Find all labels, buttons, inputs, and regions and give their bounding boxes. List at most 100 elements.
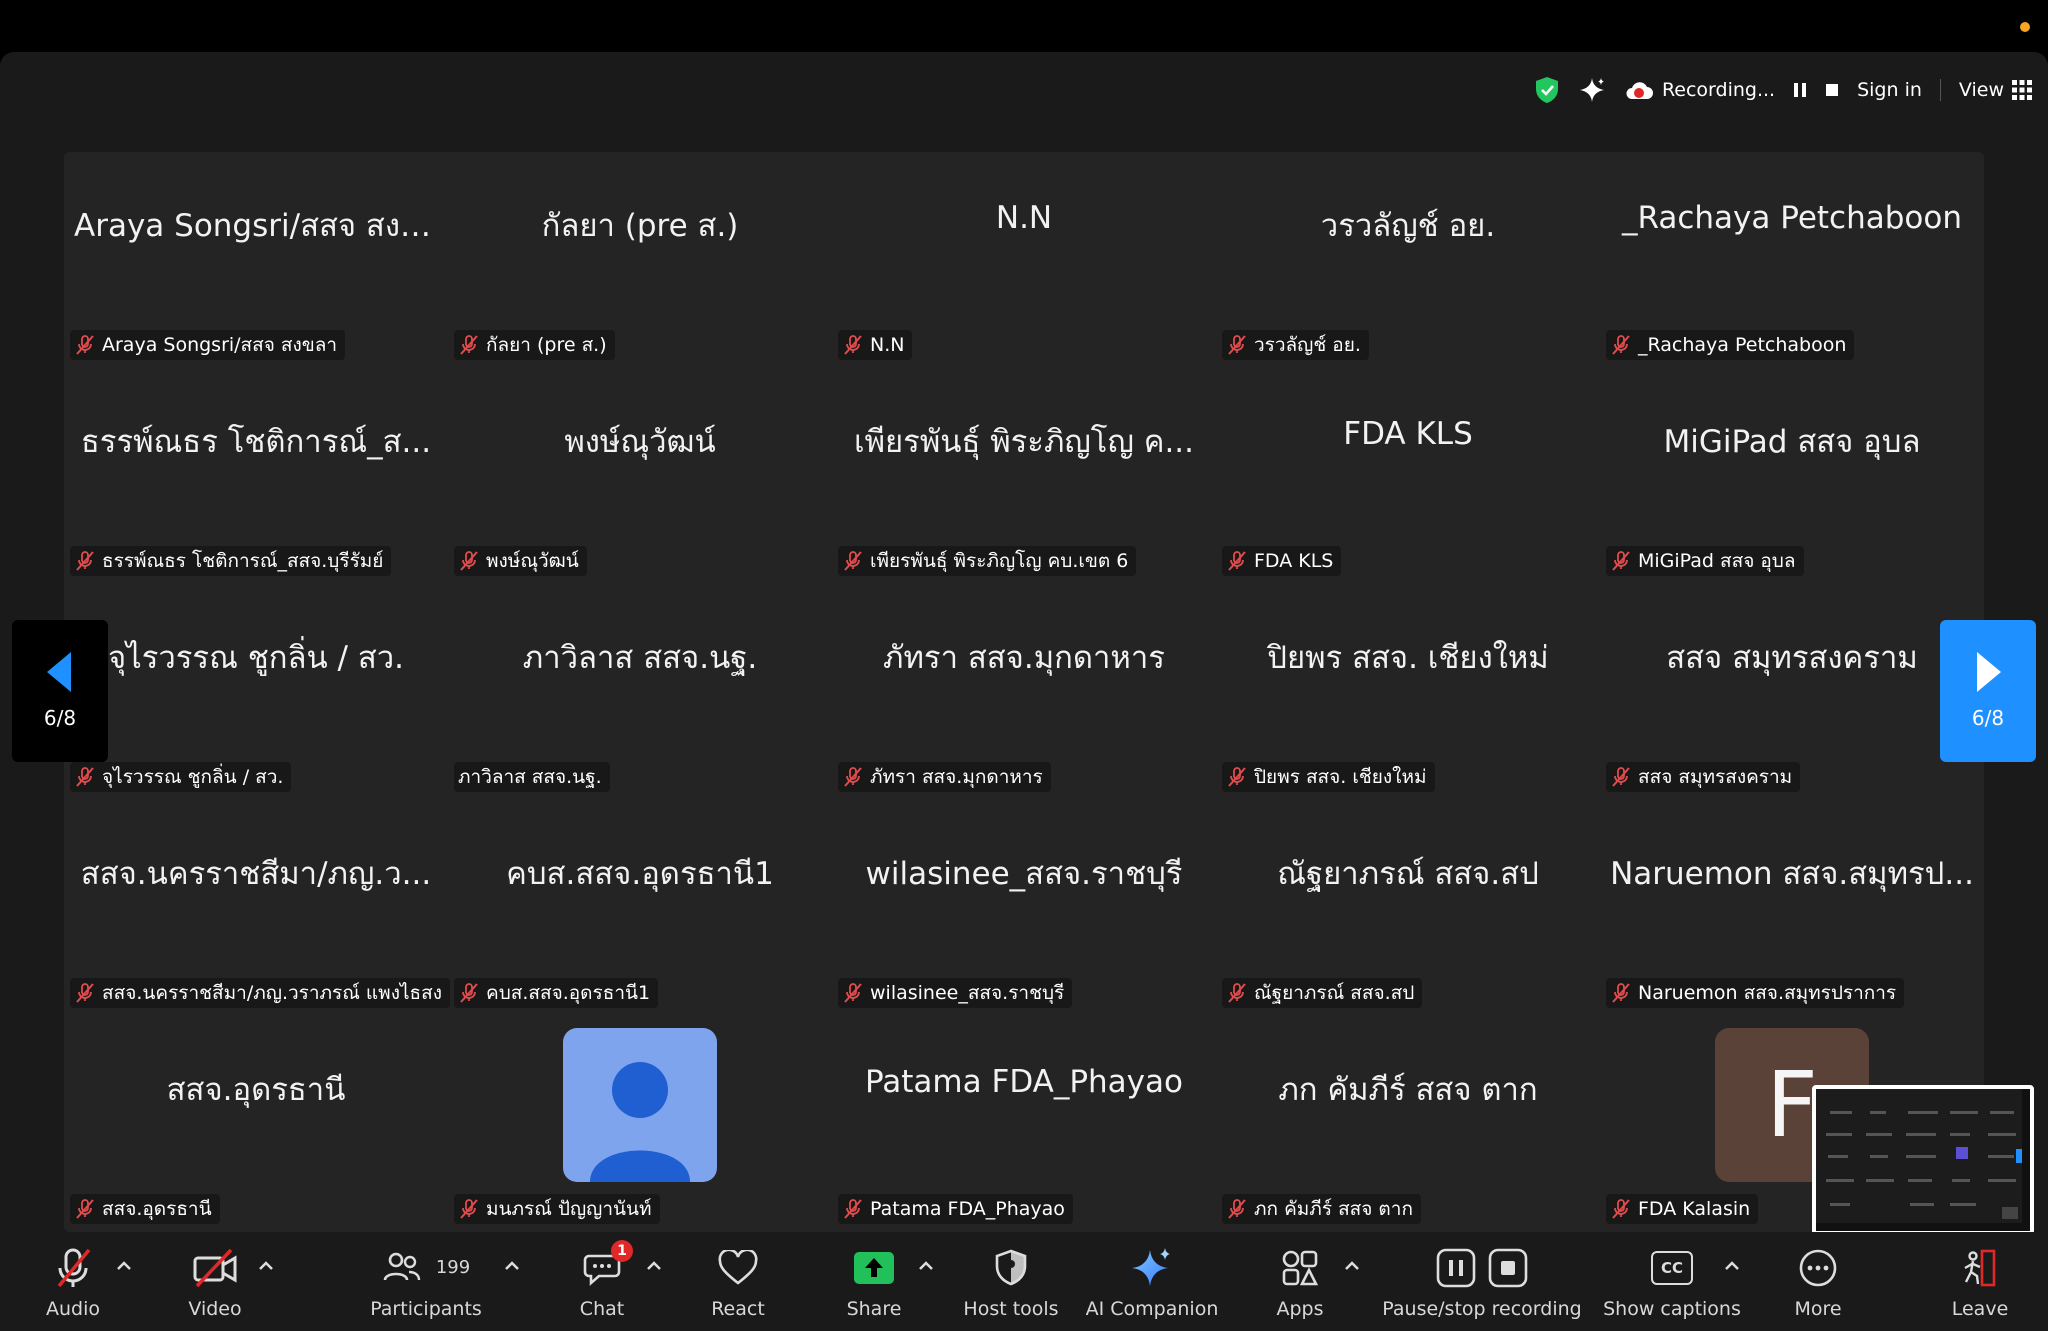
participant-name: มนภรณ์ ปัญญานันท์ xyxy=(486,1198,652,1220)
participant-tile[interactable]: FDA KLS FDA KLS xyxy=(1216,368,1600,584)
participant-name-label: MiGiPad สสจ อุบล xyxy=(1606,546,1804,576)
ai-sparkle-icon[interactable] xyxy=(1578,76,1606,104)
stop-icon xyxy=(1826,84,1839,96)
page-indicator-right: 6/8 xyxy=(1971,706,2005,730)
video-label: Video xyxy=(188,1297,242,1320)
participant-tile[interactable]: มนภรณ์ ปัญญานันท์ xyxy=(448,1016,832,1232)
muted-mic-icon xyxy=(1612,1199,1630,1219)
cc-badge: CC xyxy=(1651,1250,1693,1285)
participant-tile[interactable]: คบส.สสจ.อุดรธานี1 คบส.สสจ.อุดรธานี1 xyxy=(448,800,832,1016)
participant-name-label: Patama FDA_Phayao xyxy=(838,1194,1073,1224)
leave-button[interactable]: Leave xyxy=(1940,1232,2020,1331)
status-divider xyxy=(1939,79,1941,101)
participant-name: ธรรพ์ณธร โชติการณ์_สสจ.บุรีรัมย์ xyxy=(102,550,384,572)
participant-tile[interactable]: พงษ์ณุวัฒน์ พงษ์ณุวัฒน์ xyxy=(448,368,832,584)
view-button[interactable]: View xyxy=(1959,79,2032,101)
participant-display-name: วรวลัญช์ อย. xyxy=(1320,208,1496,244)
participant-tile[interactable]: ปิยพร สสจ. เชียงใหม่ ปิยพร สสจ. เชียงใหม่ xyxy=(1216,584,1600,800)
participant-tile[interactable]: จุไรวรรณ ชูกลิ่น / สว. จุไรวรรณ ชูกลิ่น /… xyxy=(64,584,448,800)
participant-display-name: ภก คัมภีร์ สสจ ตาก xyxy=(1278,1072,1538,1108)
muted-mic-icon xyxy=(51,1244,95,1292)
participant-name: วรวลัญช์ อย. xyxy=(1254,334,1361,356)
muted-mic-icon xyxy=(1228,767,1246,787)
participants-button[interactable]: 199 Participants xyxy=(366,1232,486,1331)
participants-options-caret-icon[interactable] xyxy=(500,1254,524,1278)
muted-mic-icon xyxy=(76,1199,94,1219)
stop-recording-icon xyxy=(1488,1248,1528,1287)
video-options-caret-icon[interactable] xyxy=(254,1254,278,1278)
host-tools-button[interactable]: Host tools xyxy=(956,1232,1066,1331)
participant-name-label: ปิยพร สสจ. เชียงใหม่ xyxy=(1222,762,1435,792)
participant-tile[interactable]: วรวลัญช์ อย. วรวลัญช์ อย. xyxy=(1216,152,1600,368)
participant-tile[interactable]: สสจ.นครราชสีมา/ภญ.ว... สสจ.นครราชสีมา/ภญ.… xyxy=(64,800,450,1016)
share-button[interactable]: Share xyxy=(836,1232,912,1331)
more-button[interactable]: More xyxy=(1778,1232,1858,1331)
pause-recording-button[interactable] xyxy=(1793,82,1807,98)
participant-tile[interactable]: MiGiPad สสจ อุบล MiGiPad สสจ อุบล xyxy=(1600,368,1984,584)
participant-name: Naruemon สสจ.สมุทรปราการ xyxy=(1638,982,1897,1004)
participant-name-label: คบส.สสจ.อุดรธานี1 xyxy=(454,978,659,1008)
participant-tile[interactable]: ธรรพ์ณธร โชติการณ์_ส... ธรรพ์ณธร โชติการณ… xyxy=(64,368,448,584)
closed-captions-icon: CC xyxy=(1651,1244,1693,1292)
participant-display-name: _Rachaya Petchaboon xyxy=(1621,200,1962,236)
participant-tile[interactable]: _Rachaya Petchaboon _Rachaya Petchaboon xyxy=(1600,152,1984,368)
participant-tile[interactable]: ภาวิลาส สสจ.นฐ. ภาวิลาส สสจ.นฐ. xyxy=(448,584,832,800)
muted-mic-icon xyxy=(1228,983,1246,1003)
next-page-button[interactable]: 6/8 xyxy=(1940,620,2036,762)
participant-tile[interactable]: wilasinee_สสจ.ราชบุรี wilasinee_สสจ.ราชบุ… xyxy=(832,800,1216,1016)
participant-name-label: N.N xyxy=(838,330,913,360)
participant-tile[interactable]: สสจ สมุทรสงคราม สสจ สมุทรสงคราม xyxy=(1600,584,1984,800)
participant-name-label: วรวลัญช์ อย. xyxy=(1222,330,1369,360)
captions-options-caret-icon[interactable] xyxy=(1720,1254,1744,1278)
audio-button[interactable]: Audio xyxy=(30,1232,116,1331)
cloud-recording-indicator[interactable]: Recording... xyxy=(1624,79,1775,101)
participant-name: พงษ์ณุวัฒน์ xyxy=(486,550,579,572)
participant-name: N.N xyxy=(870,334,905,356)
stop-recording-button[interactable] xyxy=(1825,83,1839,97)
chat-options-caret-icon[interactable] xyxy=(642,1254,666,1278)
participant-name: Araya Songsri/สสจ สงขลา xyxy=(102,334,338,356)
participant-name-label: ธรรพ์ณธร โชติการณ์_สสจ.บุรีรัมย์ xyxy=(70,546,392,576)
participant-tile[interactable]: ณัฐยาภรณ์ สสจ.สป ณัฐยาภรณ์ สสจ.สป xyxy=(1216,800,1600,1016)
participant-display-name: สสจ.อุดรธานี xyxy=(166,1072,346,1108)
participant-display-name: N.N xyxy=(995,200,1053,236)
participant-tile[interactable]: กัลยา (pre ส.) กัลยา (pre ส.) xyxy=(448,152,832,368)
share-options-caret-icon[interactable] xyxy=(914,1254,938,1278)
show-captions-button[interactable]: CC Show captions xyxy=(1602,1232,1742,1331)
participant-tile[interactable]: ภก คัมภีร์ สสจ ตาก ภก คัมภีร์ สสจ ตาก xyxy=(1216,1016,1600,1232)
audio-options-caret-icon[interactable] xyxy=(112,1254,136,1278)
pause-stop-recording-button[interactable]: Pause/stop recording xyxy=(1382,1232,1582,1331)
ai-companion-button[interactable]: AI Companion xyxy=(1086,1232,1218,1331)
muted-mic-icon xyxy=(1612,983,1630,1003)
react-button[interactable]: React xyxy=(700,1232,776,1331)
apps-options-caret-icon[interactable] xyxy=(1340,1254,1364,1278)
participant-tile[interactable]: Patama FDA_Phayao Patama FDA_Phayao xyxy=(832,1016,1216,1232)
encryption-shield-icon[interactable] xyxy=(1534,76,1560,104)
participant-display-name: สสจ สมุทรสงคราม xyxy=(1666,640,1918,676)
participants-icon xyxy=(383,1252,421,1280)
self-view-thumbnail[interactable] xyxy=(1812,1085,2034,1235)
pause-recording-icon xyxy=(1436,1248,1476,1287)
apps-button[interactable]: Apps xyxy=(1260,1232,1340,1331)
sign-in-button[interactable]: Sign in xyxy=(1857,79,1922,101)
chat-button[interactable]: 1 Chat xyxy=(564,1232,640,1331)
participants-icon-group: 199 xyxy=(382,1244,470,1292)
participant-tile[interactable]: N.N N.N xyxy=(832,152,1216,368)
muted-mic-icon xyxy=(844,983,862,1003)
muted-mic-icon xyxy=(76,767,94,787)
participant-tile[interactable]: Naruemon สสจ.สมุทรป... Naruemon สสจ.สมุทร… xyxy=(1600,800,1984,1016)
participant-tile[interactable]: สสจ.อุดรธานี สสจ.อุดรธานี xyxy=(64,1016,448,1232)
previous-page-button[interactable]: 6/8 xyxy=(12,620,108,762)
pause-stop-recording-label: Pause/stop recording xyxy=(1382,1297,1582,1320)
participant-tile[interactable]: Araya Songsri/สสจ สงข... Araya Songsri/สส… xyxy=(64,152,448,368)
host-shield-icon xyxy=(994,1244,1028,1292)
participant-tile[interactable]: ภัทรา สสจ.มุกดาหาร ภัทรา สสจ.มุกดาหาร xyxy=(832,584,1216,800)
participant-display-name: พงษ์ณุวัฒน์ xyxy=(564,424,716,460)
participant-name: ภัทรา สสจ.มุกดาหาร xyxy=(870,766,1043,788)
video-button[interactable]: Video xyxy=(172,1232,258,1331)
participant-gallery: Araya Songsri/สสจ สงข... Araya Songsri/สส… xyxy=(64,152,1984,1232)
participant-tile[interactable]: เพียรพันธุ์ พิระภิญโญ ค... เพียรพันธุ์ พิ… xyxy=(832,368,1216,584)
participant-display-name: กัลยา (pre ส.) xyxy=(541,208,739,244)
participant-name: ภาวิลาส สสจ.นฐ. xyxy=(458,766,602,788)
participant-name-label: ภาวิลาส สสจ.นฐ. xyxy=(454,762,610,792)
